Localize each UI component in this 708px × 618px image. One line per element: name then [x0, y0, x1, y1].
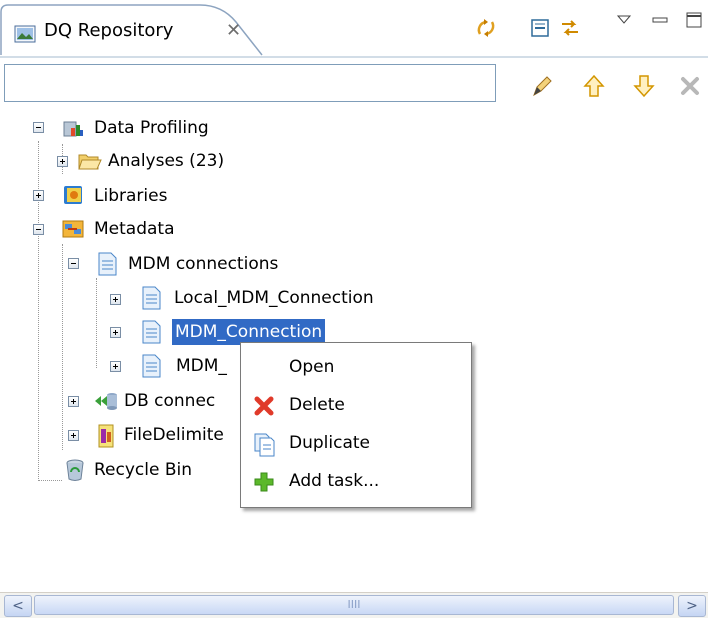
tree-item-mdm-connections[interactable]: MDM connections: [128, 254, 278, 274]
libraries-icon: [62, 184, 84, 206]
move-up-icon[interactable]: [580, 72, 608, 100]
sync-icon[interactable]: [556, 14, 584, 42]
scroll-right-button[interactable]: >: [678, 595, 706, 617]
collapse-toggle[interactable]: [68, 258, 79, 269]
expand-toggle[interactable]: [110, 294, 121, 305]
tree-item-metadata[interactable]: Metadata: [94, 219, 175, 239]
metadata-icon: [62, 218, 84, 240]
filter-input[interactable]: [4, 64, 496, 102]
context-menu: Open Delete Duplicate Add task...: [240, 342, 472, 508]
file-delimited-icon: [96, 424, 118, 448]
tree-item-file-delimited[interactable]: FileDelimite: [124, 425, 224, 445]
tree-guide: [62, 244, 63, 450]
view-title: DQ Repository: [44, 20, 174, 41]
add-icon: [253, 471, 275, 493]
maximize-icon[interactable]: [680, 6, 708, 34]
expand-toggle[interactable]: [68, 430, 79, 441]
delete-icon: [253, 395, 275, 417]
view-tab[interactable]: DQ Repository ✕: [0, 4, 272, 56]
tree-item-recycle-bin[interactable]: Recycle Bin: [94, 460, 192, 480]
collapse-toggle[interactable]: [33, 122, 44, 133]
repository-icon: [14, 24, 36, 44]
menu-item-add-task-label: Add task...: [289, 471, 380, 491]
menu-item-duplicate-label: Duplicate: [289, 433, 370, 453]
minimize-icon[interactable]: [646, 6, 674, 34]
menu-item-open-label: Open: [289, 357, 335, 377]
menu-item-duplicate[interactable]: Duplicate: [241, 425, 471, 463]
menu-item-open[interactable]: Open: [241, 349, 471, 387]
expand-toggle[interactable]: [57, 156, 68, 167]
expand-toggle[interactable]: [68, 396, 79, 407]
tree-item-local-mdm-connection[interactable]: Local_MDM_Connection: [174, 288, 374, 308]
tree-guide: [38, 480, 62, 481]
scroll-left-button[interactable]: <: [4, 595, 32, 617]
document-icon: [140, 286, 162, 310]
view-menu-icon[interactable]: [610, 6, 638, 34]
duplicate-icon: [253, 433, 275, 457]
tree-item-mdm-partial[interactable]: MDM_: [176, 356, 227, 376]
expand-toggle[interactable]: [33, 190, 44, 201]
menu-item-add-task[interactable]: Add task...: [241, 463, 471, 501]
document-icon: [140, 320, 162, 344]
tree-item-analyses[interactable]: Analyses (23): [108, 151, 224, 171]
document-icon: [96, 252, 118, 276]
folder-icon: [78, 150, 102, 172]
link-with-editor-icon[interactable]: [472, 14, 500, 42]
tree-item-libraries[interactable]: Libraries: [94, 186, 167, 206]
close-icon[interactable]: ✕: [226, 20, 241, 41]
edit-icon[interactable]: [528, 72, 556, 100]
horizontal-scrollbar[interactable]: < IIII >: [0, 592, 708, 618]
expand-toggle[interactable]: [110, 327, 121, 338]
collapse-all-icon[interactable]: [526, 14, 554, 42]
tree-item-data-profiling[interactable]: Data Profiling: [94, 118, 209, 138]
recycle-bin-icon: [64, 458, 86, 481]
tree-item-db-connections[interactable]: DB connec: [124, 391, 215, 411]
menu-item-delete[interactable]: Delete: [241, 387, 471, 425]
collapse-toggle[interactable]: [33, 224, 44, 235]
delete-icon[interactable]: [676, 72, 704, 100]
db-connection-icon: [94, 390, 117, 412]
expand-toggle[interactable]: [110, 361, 121, 372]
menu-item-delete-label: Delete: [289, 395, 345, 415]
tree-guide: [96, 278, 97, 368]
move-down-icon[interactable]: [630, 72, 658, 100]
data-profiling-icon: [62, 116, 84, 138]
scroll-thumb[interactable]: IIII: [34, 595, 674, 615]
document-icon: [140, 354, 162, 378]
